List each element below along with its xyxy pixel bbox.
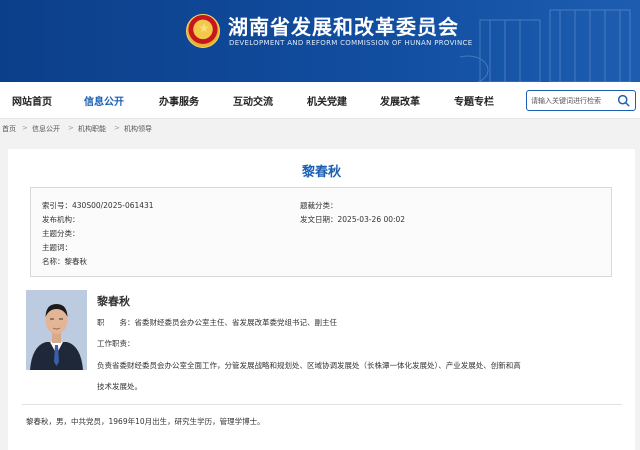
nav-item-development-reform[interactable]: 发展改革 bbox=[380, 93, 420, 108]
portrait-image bbox=[26, 290, 87, 370]
meta-name: 名称：黎春秋 bbox=[42, 257, 87, 266]
person-name: 黎春秋 bbox=[97, 295, 130, 308]
meta-subject-category: 主题分类： bbox=[42, 229, 80, 238]
biography-text: 黎春秋，男，中共党员，1969年10月出生，研究生学历，管理学博士。 bbox=[26, 417, 265, 426]
breadcrumb-info-disclosure[interactable]: 信息公开 bbox=[32, 124, 60, 134]
site-subtitle: DEVELOPMENT AND REFORM COMMISSION OF HUN… bbox=[229, 39, 473, 47]
nav-item-services[interactable]: 办事服务 bbox=[159, 93, 199, 108]
search-icon[interactable] bbox=[617, 94, 630, 107]
section-divider bbox=[22, 404, 622, 405]
breadcrumb-home[interactable]: 首页 bbox=[2, 124, 16, 134]
profile-photo bbox=[26, 290, 87, 370]
duties-text-line2: 技术发展处。 bbox=[97, 382, 142, 391]
site-banner: ★ 湖南省发展和改革委员会 DEVELOPMENT AND REFORM COM… bbox=[0, 0, 640, 82]
meta-publisher: 发布机构： bbox=[42, 215, 80, 224]
search-box bbox=[526, 90, 636, 111]
meta-subject-words: 主题词： bbox=[42, 243, 72, 252]
page-title: 黎春秋 bbox=[301, 165, 341, 180]
position-text: 职 务：省委财经委员会办公室主任、省发展改革委党组书记、副主任 bbox=[97, 318, 337, 327]
breadcrumb-functions[interactable]: 机构职能 bbox=[78, 124, 106, 134]
nav-item-party-building[interactable]: 机关党建 bbox=[307, 93, 347, 108]
search-input[interactable] bbox=[531, 94, 613, 108]
main-nav: 网站首页 信息公开 办事服务 互动交流 机关党建 发展改革 专题专栏 bbox=[0, 82, 640, 119]
breadcrumb-separator: > bbox=[22, 124, 28, 132]
breadcrumb-leaders[interactable]: 机构领导 bbox=[124, 124, 152, 134]
nav-item-special-topics[interactable]: 专题专栏 bbox=[454, 93, 494, 108]
nav-item-interaction[interactable]: 互动交流 bbox=[233, 93, 273, 108]
metadata-box: 索引号：430S00/2025-061431 题裁分类： 发布机构： 发文日期：… bbox=[30, 187, 612, 277]
breadcrumb-separator: > bbox=[114, 124, 120, 132]
meta-index-number: 索引号：430S00/2025-061431 bbox=[42, 201, 154, 210]
main-panel: 黎春秋 索引号：430S00/2025-061431 题裁分类： 发布机构： 发… bbox=[8, 149, 635, 450]
building-decoration bbox=[460, 9, 631, 82]
national-emblem-icon: ★ bbox=[186, 14, 220, 48]
duties-label: 工作职责： bbox=[97, 339, 135, 348]
nav-item-home[interactable]: 网站首页 bbox=[12, 93, 52, 108]
nav-item-info-disclosure[interactable]: 信息公开 bbox=[84, 93, 124, 108]
meta-publish-date: 发文日期：2025-03-26 00:02 bbox=[300, 215, 406, 224]
breadcrumb-separator: > bbox=[68, 124, 74, 132]
meta-theme-category: 题裁分类： bbox=[300, 201, 338, 210]
duties-text-line1: 负责省委财经委员会办公室全面工作，分管发展战略和规划处、区域协调发展处（长株潭一… bbox=[97, 361, 521, 370]
site-title: 湖南省发展和改革委员会 bbox=[228, 15, 459, 39]
